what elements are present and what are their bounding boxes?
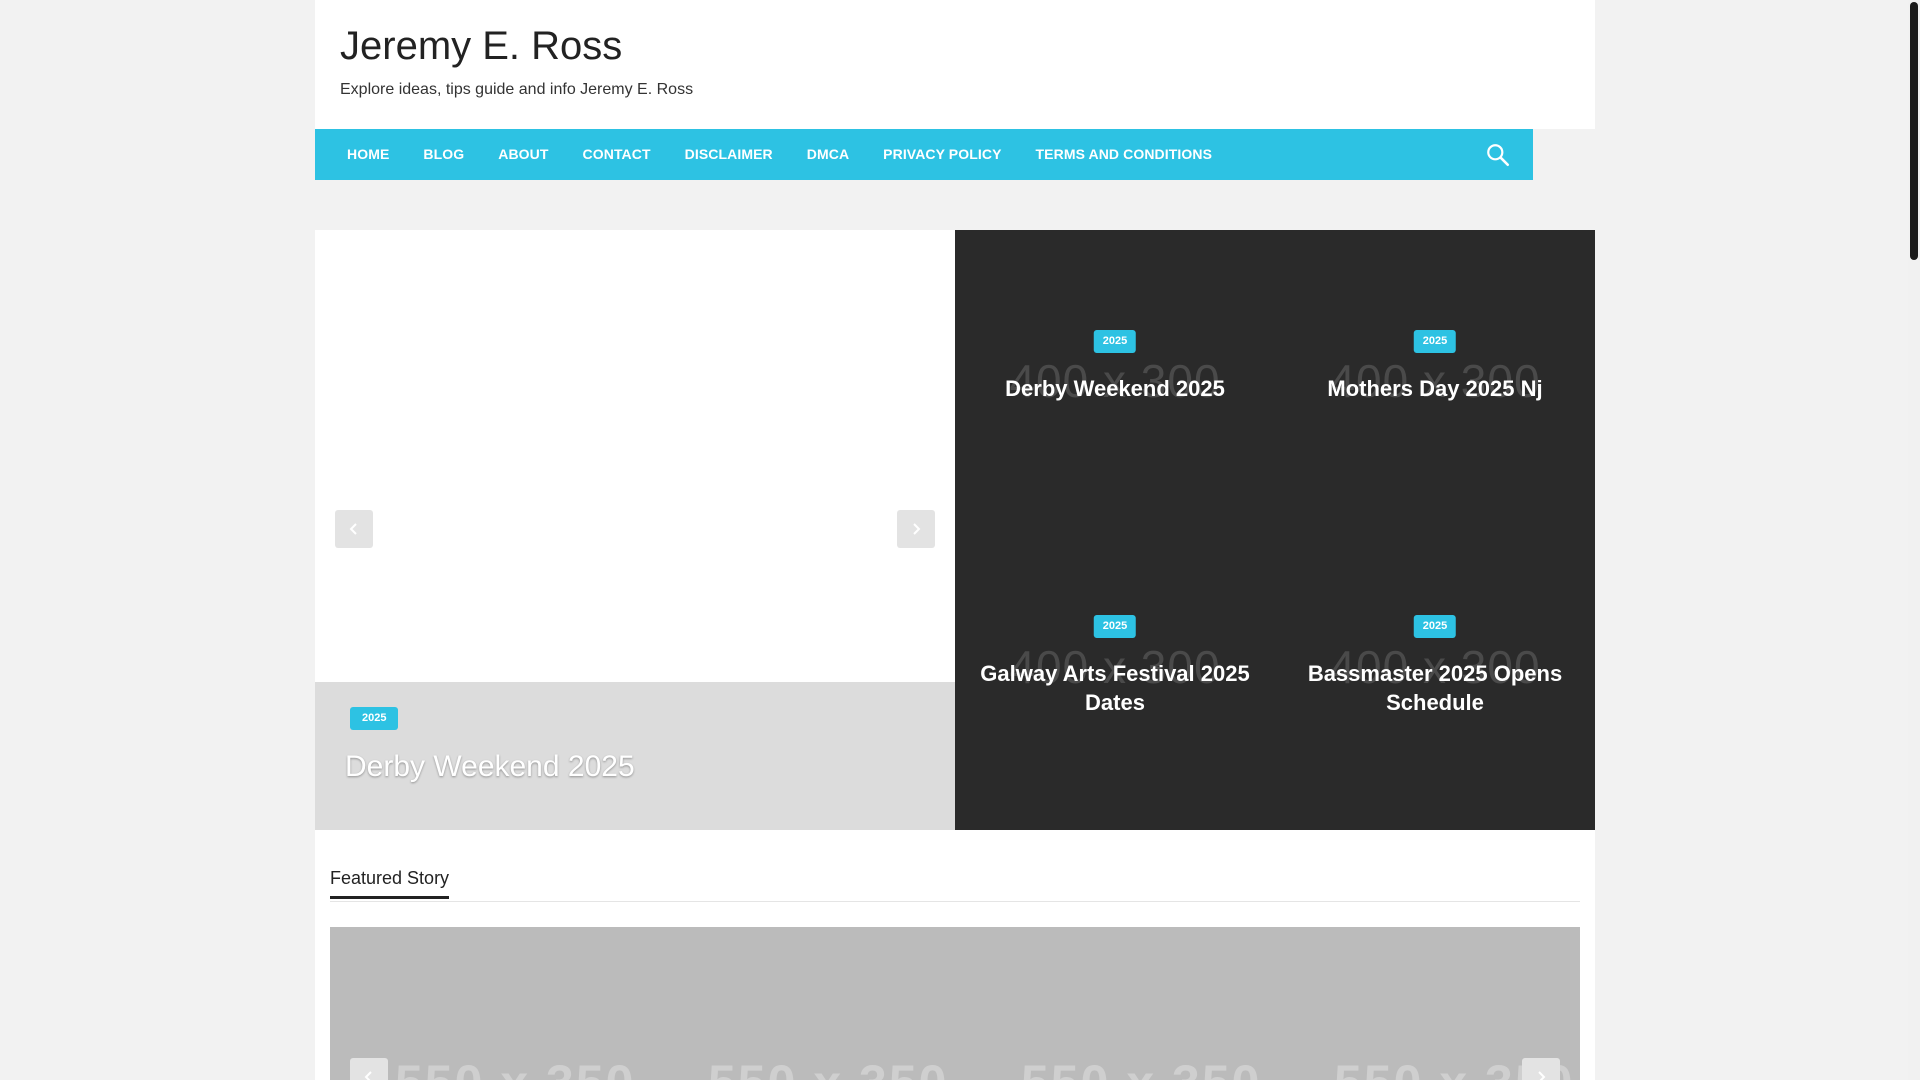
grid-card[interactable]: 400 x 300 2025 Galway Arts Festival 2025… xyxy=(955,530,1275,830)
page-scrollbar[interactable] xyxy=(1908,0,1920,1080)
chevron-left-icon xyxy=(364,1071,372,1080)
nav-item-blog[interactable]: BLOG xyxy=(406,129,481,180)
card-title[interactable]: Bassmaster 2025 Opens Schedule xyxy=(1295,659,1575,717)
site-tagline: Explore ideas, tips guide and info Jerem… xyxy=(340,81,694,98)
image-placeholder: 550 x 350 xyxy=(395,1054,635,1080)
hero-slider: 2025 Derby Weekend 2025 xyxy=(315,230,955,830)
slider-prev-button[interactable] xyxy=(335,510,373,548)
category-badge[interactable]: 2025 xyxy=(1093,615,1137,638)
page-container: Jeremy E. Ross Explore ideas, tips guide… xyxy=(315,0,1595,1080)
slide-title[interactable]: Derby Weekend 2025 xyxy=(345,750,635,784)
post-grid: 400 x 300 2025 Derby Weekend 2025 400 x … xyxy=(955,230,1595,830)
nav-item-about[interactable]: ABOUT xyxy=(481,129,565,180)
nav-item-contact[interactable]: CONTACT xyxy=(566,129,668,180)
featured-next-button[interactable] xyxy=(1522,1058,1560,1080)
chevron-right-icon xyxy=(913,523,921,535)
search-icon[interactable] xyxy=(1485,142,1511,168)
grid-card[interactable]: 400 x 300 2025 Derby Weekend 2025 xyxy=(955,230,1275,530)
featured-prev-button[interactable] xyxy=(350,1058,388,1080)
chevron-right-icon xyxy=(1538,1071,1546,1080)
category-badge[interactable]: 2025 xyxy=(1093,330,1137,353)
slider-next-button[interactable] xyxy=(897,510,935,548)
nav-item-terms[interactable]: TERMS AND CONDITIONS xyxy=(1019,129,1229,180)
nav-spacer xyxy=(1533,129,1595,180)
card-title[interactable]: Mothers Day 2025 Nj xyxy=(1295,374,1575,403)
card-title[interactable]: Galway Arts Festival 2025 Dates xyxy=(975,659,1255,717)
slide-caption: 2025 Derby Weekend 2025 xyxy=(315,682,955,830)
grid-card[interactable]: 400 x 300 2025 Bassmaster 2025 Opens Sch… xyxy=(1275,530,1595,830)
main-nav: HOME BLOG ABOUT CONTACT DISCLAIMER DMCA … xyxy=(315,129,1533,180)
site-title[interactable]: Jeremy E. Ross xyxy=(340,24,622,69)
category-badge[interactable]: 2025 xyxy=(1413,330,1457,353)
nav-item-dmca[interactable]: DMCA xyxy=(790,129,866,180)
nav-item-privacy-policy[interactable]: PRIVACY POLICY xyxy=(866,129,1018,180)
featured-carousel: 550 x 350 550 x 350 550 x 350 550 x 350 xyxy=(330,927,1580,1080)
card-title[interactable]: Derby Weekend 2025 xyxy=(975,374,1255,403)
image-placeholder: 550 x 350 xyxy=(1021,1054,1261,1080)
nav-item-home[interactable]: HOME xyxy=(315,129,406,180)
featured-story-heading: Featured Story xyxy=(330,868,450,899)
header-gap xyxy=(315,180,1595,230)
section-divider xyxy=(330,901,1580,902)
chevron-left-icon xyxy=(349,523,357,535)
category-badge[interactable]: 2025 xyxy=(350,707,399,730)
category-badge[interactable]: 2025 xyxy=(1413,615,1457,638)
nav-item-disclaimer[interactable]: DISCLAIMER xyxy=(668,129,790,180)
image-placeholder: 550 x 350 xyxy=(708,1054,948,1080)
scrollbar-thumb[interactable] xyxy=(1910,2,1918,260)
grid-card[interactable]: 400 x 300 2025 Mothers Day 2025 Nj xyxy=(1275,230,1595,530)
